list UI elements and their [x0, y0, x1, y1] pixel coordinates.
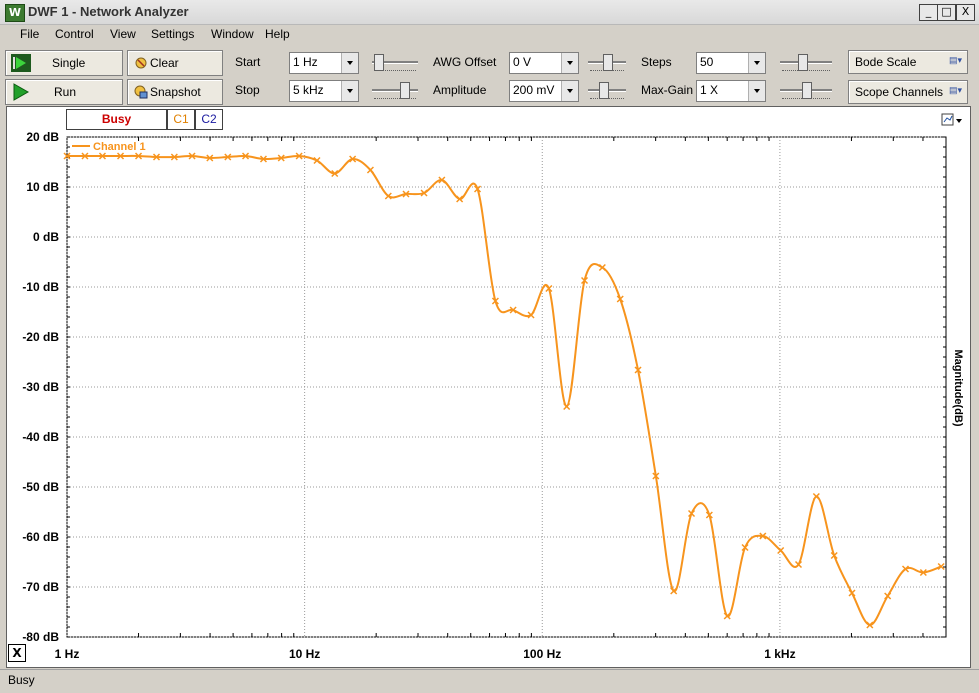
x-tick-label: 1 kHz [764, 647, 795, 661]
y-axis-label: Magnitude(dB) [952, 350, 964, 427]
x-tick-label: 1 Hz [55, 647, 80, 661]
y-tick-label: -60 dB [22, 530, 59, 544]
close-plot-icon[interactable]: X [8, 644, 26, 662]
x-tick-label: 100 Hz [523, 647, 561, 661]
y-tick-label: 10 dB [26, 180, 59, 194]
y-tick-label: -30 dB [22, 380, 59, 394]
x-tick-label: 10 Hz [289, 647, 320, 661]
y-tick-label: -70 dB [22, 580, 59, 594]
status-bar: Busy [0, 669, 979, 693]
legend-label: Channel 1 [93, 141, 146, 153]
bode-chart: 20 dB 10 dB 0 dB -10 dB -20 dB -30 dB -40 dB -5… [22, 130, 964, 661]
y-tick-label: -10 dB [22, 280, 59, 294]
status-text: Busy [8, 673, 35, 687]
y-tick-label: -80 dB [22, 630, 59, 644]
y-tick-label: -50 dB [22, 480, 59, 494]
y-tick-label: -40 dB [22, 430, 59, 444]
y-tick-label: 20 dB [26, 130, 59, 144]
y-tick-label: 0 dB [33, 230, 59, 244]
y-tick-label: -20 dB [22, 330, 59, 344]
